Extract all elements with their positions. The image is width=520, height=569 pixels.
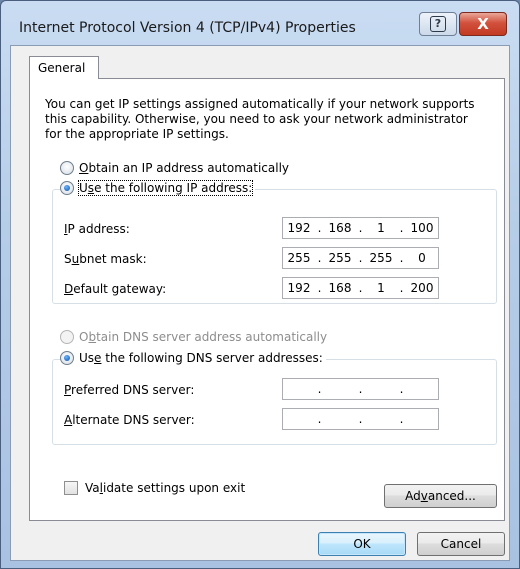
ip-address-label: IP address:: [64, 222, 130, 236]
subnet-mask-input[interactable]: 255. 255. 255. 0: [282, 247, 439, 269]
close-button[interactable]: X: [459, 12, 507, 36]
help-icon: ?: [430, 16, 446, 32]
obtain-ip-auto-option[interactable]: Obtain an IP address automatically: [60, 161, 293, 175]
help-button[interactable]: ?: [419, 12, 457, 36]
obtain-ip-auto-radio[interactable]: [60, 161, 74, 175]
use-following-dns-label: Use the following DNS server addresses:: [79, 351, 323, 365]
ip-address-input[interactable]: 192. 168. 1. 100: [282, 217, 439, 239]
window-title: Internet Protocol Version 4 (TCP/IPv4) P…: [19, 20, 356, 36]
use-following-dns-option[interactable]: Use the following DNS server addresses:: [60, 351, 326, 365]
dialog-client-area: General You can get IP settings assigned…: [10, 45, 510, 561]
use-following-dns-radio[interactable]: [60, 351, 74, 365]
subnet-mask-label: Subnet mask:: [64, 252, 147, 266]
alternate-dns-input[interactable]: . . .: [282, 408, 439, 430]
default-gateway-label: Default gateway:: [64, 282, 167, 296]
dns-settings-group: [52, 359, 497, 445]
obtain-dns-auto-radio[interactable]: [60, 330, 74, 344]
use-following-ip-label: Use the following IP address:: [77, 180, 254, 196]
obtain-dns-auto-option[interactable]: Obtain DNS server address automatically: [60, 330, 331, 344]
obtain-ip-auto-label: Obtain an IP address automatically: [79, 161, 290, 175]
cancel-button[interactable]: Cancel: [417, 532, 505, 556]
general-tab-panel: You can get IP settings assigned automat…: [29, 78, 505, 521]
validate-checkbox[interactable]: [64, 481, 78, 495]
preferred-dns-label: Preferred DNS server:: [64, 383, 195, 397]
use-following-ip-radio[interactable]: [60, 181, 74, 195]
preferred-dns-input[interactable]: . . .: [282, 378, 439, 400]
obtain-dns-auto-label: Obtain DNS server address automatically: [79, 330, 328, 344]
ok-button[interactable]: OK: [318, 532, 406, 556]
validate-label: Validate settings upon exit: [85, 481, 246, 495]
advanced-button[interactable]: Ad v anced...: [384, 484, 497, 508]
tab-general[interactable]: General: [29, 56, 99, 79]
description-text: You can get IP settings assigned automat…: [45, 97, 475, 141]
default-gateway-input[interactable]: 192. 168. 1. 200: [282, 277, 439, 299]
use-following-ip-option[interactable]: Use the following IP address:: [60, 180, 256, 196]
dialog-window: Internet Protocol Version 4 (TCP/IPv4) P…: [0, 0, 520, 569]
title-bar[interactable]: Internet Protocol Version 4 (TCP/IPv4) P…: [1, 1, 519, 45]
close-icon: X: [477, 15, 489, 33]
alternate-dns-label: Alternate DNS server:: [64, 413, 195, 427]
